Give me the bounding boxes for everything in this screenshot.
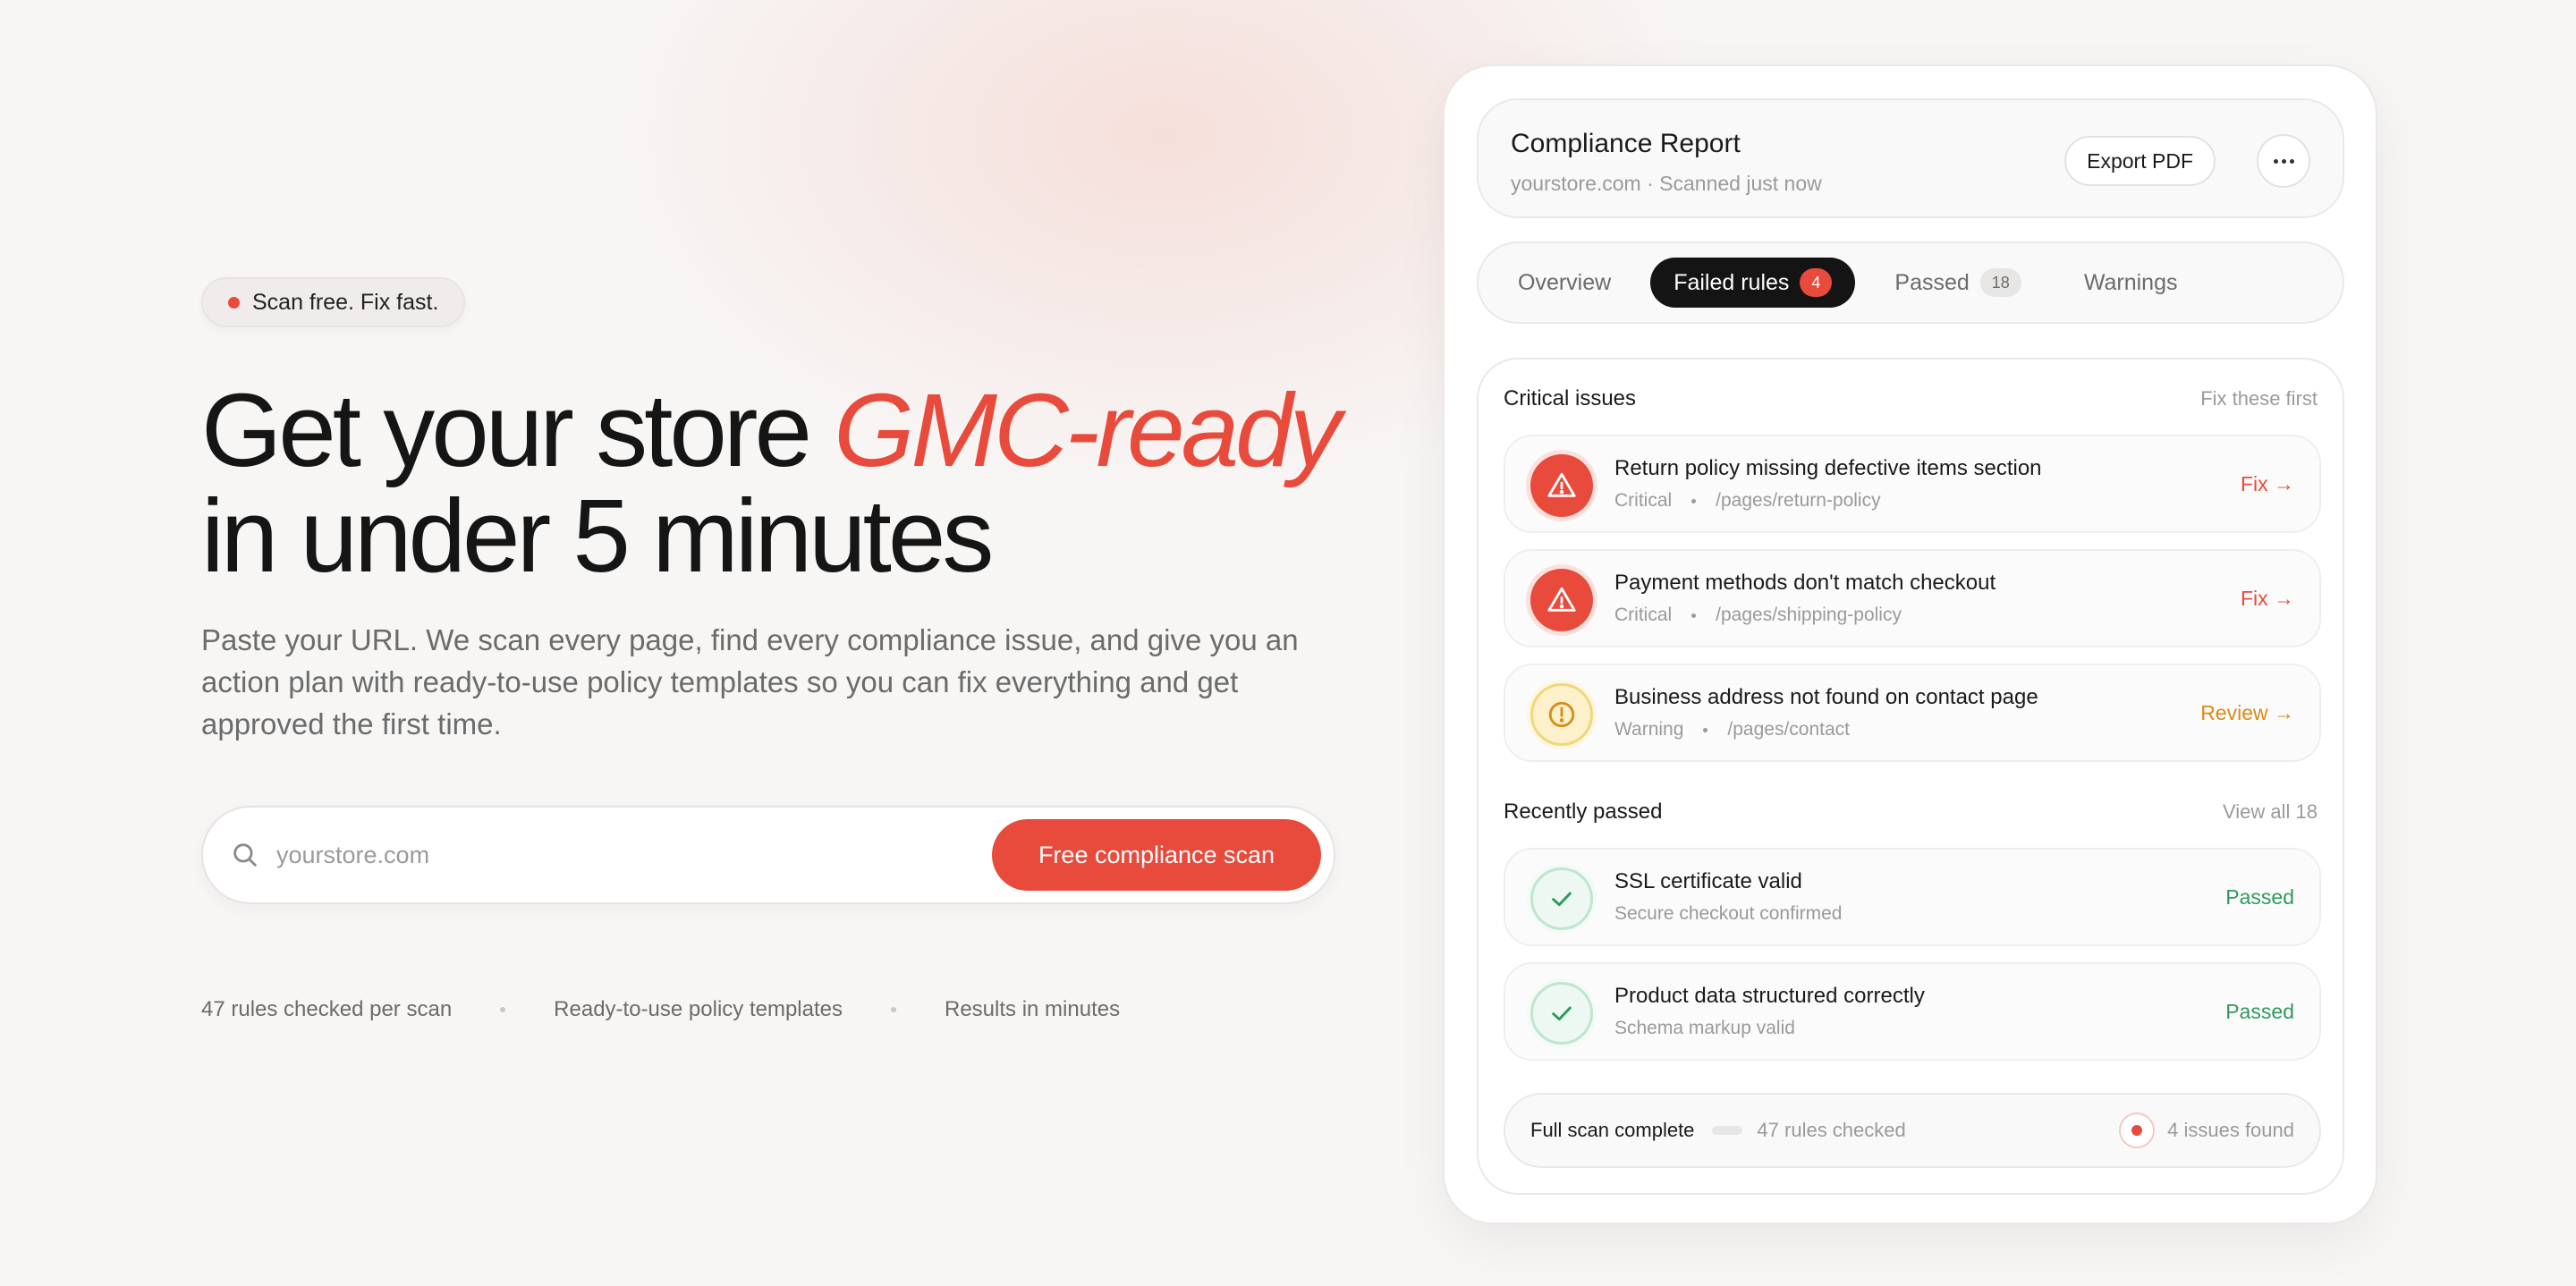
- stat-templates: Ready-to-use policy templates: [554, 997, 843, 1021]
- alert-circle-icon: [1530, 683, 1593, 746]
- tab-label: Failed rules: [1674, 269, 1790, 295]
- critical-section-header: Critical issues Fix these first: [1504, 386, 2318, 411]
- issue-row[interactable]: Business address not found on contact pa…: [1504, 664, 2321, 762]
- issue-title: Business address not found on contact pa…: [1614, 685, 2038, 709]
- passed-title: Product data structured correctly: [1614, 984, 1925, 1008]
- passed-row[interactable]: Product data structured correctly Schema…: [1504, 962, 2321, 1061]
- tab-label: Overview: [1518, 269, 1612, 295]
- fix-first-link[interactable]: Fix these first: [2200, 387, 2318, 410]
- passed-status: Passed: [2225, 885, 2294, 909]
- tagline-text: Scan free. Fix fast.: [252, 289, 439, 315]
- passed-row[interactable]: SSL certificate valid Secure checkout co…: [1504, 848, 2321, 946]
- progress-bar: [1712, 1126, 1743, 1135]
- rules-checked-text: 47 rules checked: [1757, 1119, 1906, 1141]
- headline-pre: Get your store: [201, 372, 835, 488]
- issue-severity: Critical: [1614, 605, 1673, 625]
- hero: Scan free. Fix fast. Get your store GMC-…: [201, 277, 1364, 1022]
- issues-found-text: 4 issues found: [2167, 1119, 2294, 1141]
- check-icon: [1530, 982, 1593, 1045]
- meta-bullet: [1691, 498, 1697, 503]
- alert-triangle-icon: [1530, 454, 1593, 517]
- report-body: Critical issues Fix these first Return p…: [1477, 358, 2344, 1195]
- tagline-dot: [228, 296, 240, 309]
- tab-label: Passed: [1894, 269, 1970, 295]
- alert-triangle-icon: [1530, 569, 1593, 631]
- passed-section-header: Recently passed View all 18: [1504, 800, 2318, 825]
- issue-title: Return policy missing defective items se…: [1614, 456, 2042, 480]
- passed-detail: Secure checkout confirmed: [1614, 903, 1843, 924]
- issue-meta: Critical /pages/return-policy: [1614, 490, 1881, 512]
- view-all-link[interactable]: View all 18: [2223, 800, 2318, 824]
- issue-severity: Warning: [1614, 719, 1684, 740]
- meta-bullet: [1691, 613, 1697, 618]
- failed-count-badge: 4: [1800, 268, 1833, 297]
- report-tabs: Overview Failed rules 4 Passed 18 Warnin…: [1477, 241, 2344, 324]
- issue-path: /pages/shipping-policy: [1716, 605, 1902, 625]
- issue-meta: Warning /pages/contact: [1614, 719, 1850, 740]
- stat-results: Results in minutes: [945, 997, 1121, 1021]
- passed-count-badge: 18: [1979, 268, 2021, 297]
- issues-found: 4 issues found: [2119, 1113, 2294, 1148]
- headline-post: in under 5 minutes: [201, 478, 994, 594]
- stat-separator: [891, 1007, 896, 1012]
- report-header: Compliance Report yourstore.com · Scanne…: [1477, 98, 2344, 218]
- url-input[interactable]: [276, 828, 992, 882]
- more-icon[interactable]: [2257, 134, 2310, 188]
- issue-severity: Critical: [1614, 490, 1673, 511]
- issue-row[interactable]: Return policy missing defective items se…: [1504, 435, 2321, 533]
- issue-path: /pages/contact: [1727, 719, 1851, 740]
- scan-complete-text: Full scan complete: [1530, 1119, 1695, 1141]
- search-icon: [233, 843, 257, 867]
- tab-failed-rules[interactable]: Failed rules 4: [1650, 258, 1856, 308]
- issue-indicator-icon: [2119, 1113, 2156, 1148]
- critical-label: Critical issues: [1504, 386, 1637, 410]
- report-meta: yourstore.com · Scanned just now: [1511, 172, 1822, 195]
- tab-passed[interactable]: Passed 18: [1871, 258, 2044, 308]
- url-search-bar: Free compliance scan: [201, 806, 1335, 904]
- fix-link[interactable]: Fix →: [2241, 472, 2294, 496]
- passed-status: Passed: [2225, 1000, 2294, 1023]
- stat-separator: [500, 1007, 506, 1012]
- review-link[interactable]: Review →: [2200, 701, 2294, 725]
- tagline-pill: Scan free. Fix fast.: [201, 277, 466, 327]
- stats-row: 47 rules checked per scan Ready-to-use p…: [201, 997, 1364, 1022]
- issue-title: Payment methods don't match checkout: [1614, 571, 1996, 595]
- headline: Get your store GMC-ready in under 5 minu…: [201, 377, 1364, 588]
- scan-status-bar: Full scan complete 47 rules checked 4 is…: [1504, 1093, 2321, 1168]
- issue-meta: Critical /pages/shipping-policy: [1614, 605, 1902, 626]
- fix-link[interactable]: Fix →: [2241, 587, 2294, 611]
- meta-bullet: [1703, 727, 1708, 732]
- passed-label: Recently passed: [1504, 800, 1663, 824]
- stat-rules: 47 rules checked per scan: [201, 997, 453, 1021]
- tab-warnings[interactable]: Warnings: [2061, 258, 2201, 308]
- report-title: Compliance Report: [1511, 129, 1741, 158]
- export-pdf-button[interactable]: Export PDF: [2064, 136, 2216, 186]
- hero-subtext: Paste your URL. We scan every page, find…: [201, 623, 1299, 740]
- compliance-report-panel: Compliance Report yourstore.com · Scanne…: [1443, 64, 2377, 1224]
- issue-row[interactable]: Payment methods don't match checkout Cri…: [1504, 549, 2321, 647]
- tab-overview[interactable]: Overview: [1495, 258, 1634, 308]
- check-icon: [1530, 867, 1593, 930]
- headline-accent: GMC-ready: [834, 372, 1341, 488]
- passed-detail: Schema markup valid: [1614, 1018, 1795, 1038]
- passed-title: SSL certificate valid: [1614, 869, 1802, 893]
- issue-path: /pages/return-policy: [1716, 490, 1881, 511]
- tab-label: Warnings: [2083, 269, 2178, 295]
- free-scan-button[interactable]: Free compliance scan: [992, 819, 1321, 891]
